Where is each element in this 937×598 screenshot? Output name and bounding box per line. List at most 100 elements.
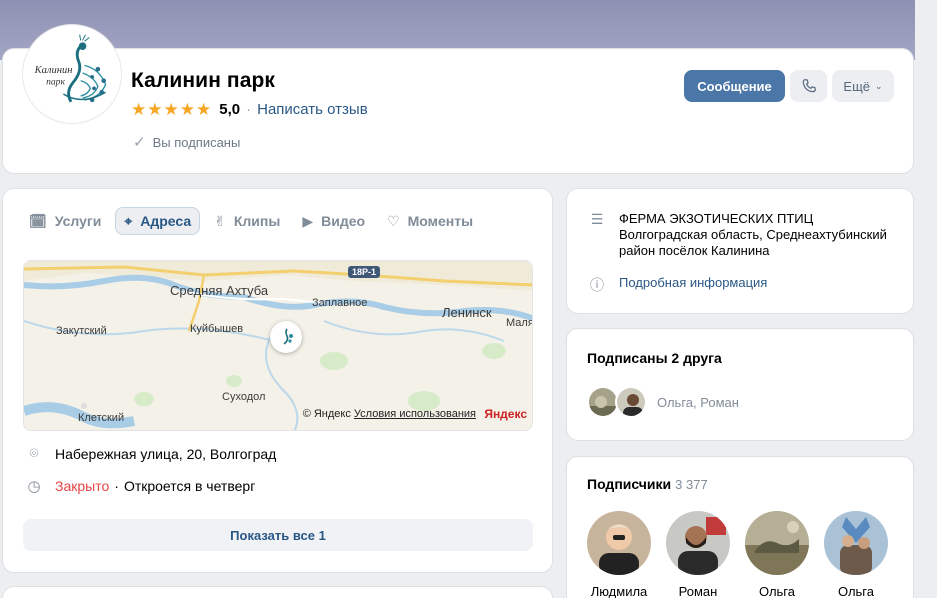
tab-clips[interactable]: ✌ Клипы — [206, 207, 288, 235]
logo-lettering-1: Калинин — [34, 65, 73, 76]
message-button[interactable]: Сообщение — [684, 70, 785, 102]
tab-services[interactable]: 🗓 Услуги — [21, 207, 109, 235]
tab-video[interactable]: ▶ Видео — [294, 207, 373, 235]
description-row: ☰ ФЕРМА ЭКЗОТИЧЕСКИХ ПТИЦ Волгоградская … — [587, 211, 904, 259]
tab-bar: 🗓 Услуги ⌖ Адреса ✌ Клипы ▶ Видео ♡ Моме… — [21, 207, 487, 235]
peacock-pin-icon — [283, 328, 293, 345]
friends-title[interactable]: Подписаны 2 друга — [587, 350, 722, 366]
star-icon: ★ — [131, 100, 147, 119]
separator-dot: · — [246, 101, 252, 118]
more-button[interactable]: Ещё ⌄ — [832, 70, 894, 102]
avatar[interactable]: Калинин парк — [23, 25, 121, 123]
call-button[interactable] — [790, 70, 827, 102]
tab-label: Клипы — [233, 213, 281, 229]
subscribers-title[interactable]: Подписчики 3 377 — [587, 476, 708, 492]
subscribed-status[interactable]: ✓ Вы подписаны — [133, 133, 240, 151]
subscriber-name: Людмила — [590, 584, 648, 598]
star-icon: ★ — [196, 100, 212, 119]
more-label: Ещё — [843, 78, 871, 94]
write-review-link[interactable]: Написать отзыв — [257, 101, 368, 118]
chevron-down-icon: ⌄ — [875, 80, 883, 91]
subscriber-photo — [745, 511, 809, 575]
subscriber-name: Ольга — [758, 584, 795, 598]
clock-icon: ◷ — [27, 478, 41, 495]
subscribers-count: 3 377 — [675, 477, 708, 492]
subscriber-item[interactable]: Роман — [666, 511, 730, 598]
avatar — [666, 511, 730, 575]
address-text: Набережная улица, 20, Волгоград — [55, 445, 277, 462]
map-label: Закутский — [56, 325, 107, 337]
subscriber-name: Ольга — [837, 584, 874, 598]
tab-label: Услуги — [54, 213, 102, 229]
text-lines-icon: ☰ — [590, 211, 604, 227]
star-icon: ★ — [179, 100, 195, 119]
subscribers-card: Подписчики 3 377 Людмила Роман Ольга Оль… — [566, 456, 914, 598]
map-label: Суходол — [222, 391, 266, 403]
star-icon: ★ — [147, 100, 163, 119]
addresses-card: 🗓 Услуги ⌖ Адреса ✌ Клипы ▶ Видео ♡ Моме… — [2, 188, 553, 573]
friend-names: Ольга, Роман — [657, 394, 739, 410]
video-icon: ▶ — [302, 212, 314, 229]
map-pin[interactable] — [270, 321, 302, 353]
tab-moments[interactable]: ♡ Моменты — [379, 207, 481, 235]
map[interactable]: 18Р-1 Средняя Ахтуба Заплавное Ленинск М… — [23, 260, 533, 431]
map-terms-link[interactable]: Условия использования — [354, 408, 476, 420]
rating-value: 5,0 — [219, 101, 241, 118]
avatar — [745, 511, 809, 575]
map-copyright-text: © Яндекс — [302, 408, 351, 420]
subscribers-list: Людмила Роман Ольга Ольга — [587, 511, 903, 598]
subscriber-photo — [587, 511, 651, 575]
location-pin-icon: ⌾ — [29, 445, 39, 462]
friends-list[interactable]: Ольга, Роман — [587, 386, 739, 418]
description: ФЕРМА ЭКЗОТИЧЕСКИХ ПТИЦ Волгоградская об… — [619, 211, 887, 258]
subscriber-photo — [824, 511, 888, 575]
page-title: Калинин парк — [131, 69, 276, 92]
subscriber-item[interactable]: Людмила — [587, 511, 651, 598]
avatar[interactable] — [615, 386, 647, 418]
profile-header: Калинин парк Калинин парк ★ ★ ★ ★ ★ 5,0 … — [2, 25, 914, 174]
services-icon: 🗓 — [29, 212, 47, 229]
subscriber-photo — [666, 511, 730, 575]
tab-label: Видео — [321, 213, 366, 229]
subscriber-item[interactable]: Ольга — [745, 511, 809, 598]
road-badge: 18Р-1 — [348, 266, 381, 278]
friends-card: Подписаны 2 друга Ольга, Роман — [566, 328, 914, 441]
map-label: Средняя Ахтуба — [170, 283, 269, 298]
about-card: ☰ ФЕРМА ЭКЗОТИЧЕСКИХ ПТИЦ Волгоградская … — [566, 188, 914, 314]
moments-icon: ♡ — [387, 212, 400, 229]
subscribed-label: Вы подписаны — [152, 134, 241, 150]
phone-icon — [802, 79, 816, 93]
map-label: Клетский — [78, 412, 125, 424]
subscriber-item[interactable]: Ольга — [824, 511, 888, 598]
yandex-logo[interactable]: Яндекс — [484, 407, 527, 421]
opens-text: Откроется в четверг — [123, 478, 256, 494]
address-row: ⌾ Набережная улица, 20, Волгоград — [23, 445, 276, 462]
subscribers-label: Подписчики — [587, 476, 672, 492]
more-info-row[interactable]: ⓘ Подробная информация — [587, 275, 767, 295]
avatar — [824, 511, 888, 575]
map-label: Куйбышев — [190, 323, 244, 335]
logo-lettering-2: парк — [46, 77, 65, 88]
tab-addresses[interactable]: ⌖ Адреса — [115, 207, 201, 235]
check-icon: ✓ — [133, 134, 146, 151]
next-card — [2, 586, 553, 598]
status-closed: Закрыто — [55, 478, 110, 494]
info-icon: ⓘ — [590, 277, 604, 293]
map-label: Заплавное — [312, 297, 368, 309]
tab-label: Адреса — [140, 213, 192, 229]
separator-dot: · — [114, 478, 119, 494]
peacock-logo: Калинин парк — [25, 27, 119, 121]
location-icon: ⌖ — [124, 212, 133, 229]
subscriber-name: Роман — [678, 584, 718, 598]
rating: ★ ★ ★ ★ ★ 5,0 · Написать отзыв — [131, 101, 368, 118]
star-icon: ★ — [163, 100, 179, 119]
show-all-button[interactable]: Показать все 1 — [23, 519, 533, 551]
hours-row: ◷ Закрыто · Откроется в четверг — [23, 477, 255, 495]
friend-photo — [617, 388, 645, 416]
clips-icon: ✌ — [214, 212, 226, 229]
map-label: Маля — [506, 317, 533, 329]
avatar — [587, 511, 651, 575]
more-info-link[interactable]: Подробная информация — [619, 275, 767, 290]
tab-label: Моменты — [407, 213, 474, 229]
map-label: Ленинск — [442, 305, 492, 320]
